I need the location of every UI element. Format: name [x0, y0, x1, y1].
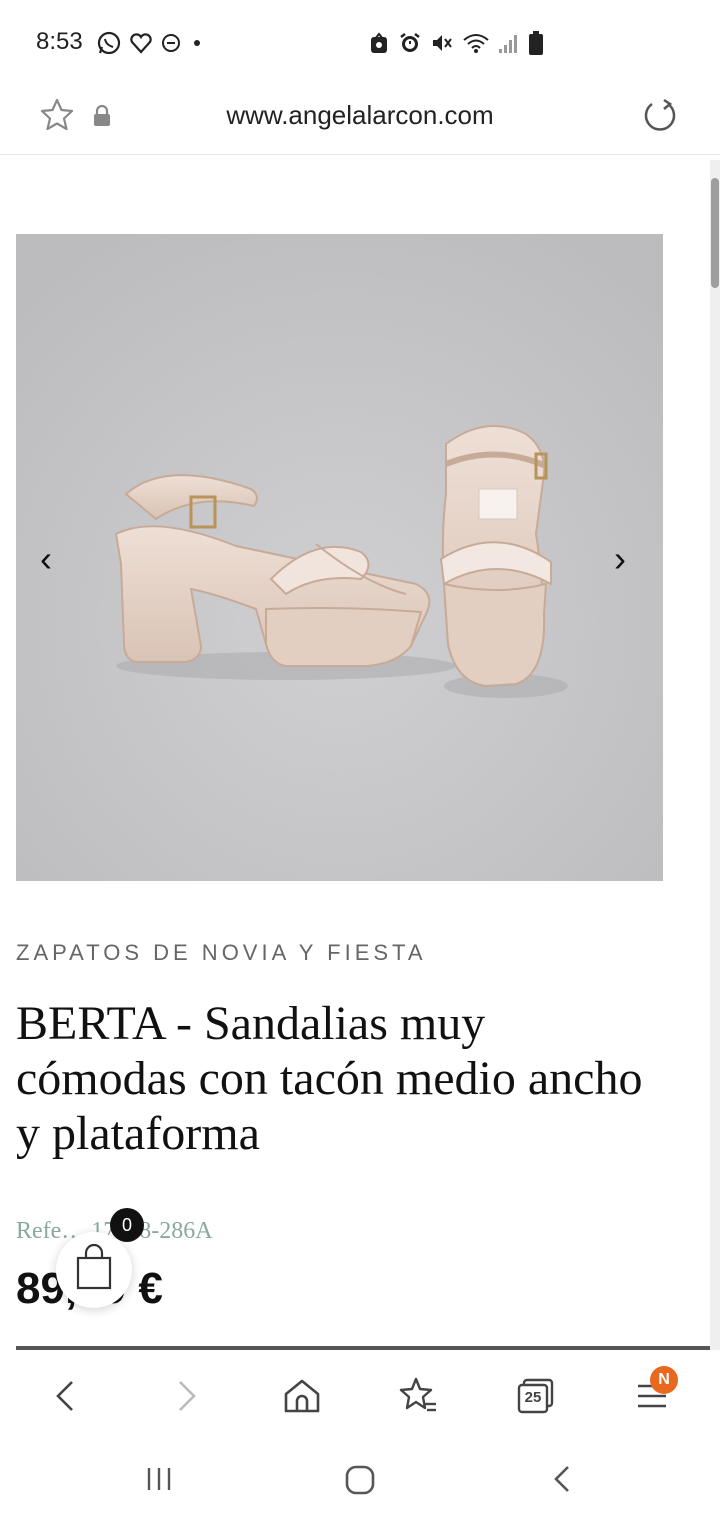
floating-cart-button[interactable] [56, 1232, 132, 1308]
system-nav-bar [0, 1438, 720, 1520]
back-icon[interactable] [44, 1374, 88, 1418]
status-left-icons [96, 30, 206, 56]
heart-icon [130, 33, 152, 54]
status-time: 8:53 [36, 28, 83, 55]
next-image-arrow[interactable]: › [614, 538, 626, 580]
menu-new-badge: N [650, 1366, 678, 1394]
mute-icon [433, 35, 452, 51]
page-divider [16, 1346, 710, 1350]
battery-icon [529, 31, 543, 55]
cart-count-badge: 0 [110, 1208, 144, 1242]
home-icon[interactable] [280, 1374, 324, 1418]
url-text[interactable]: www.angelalarcon.com [0, 100, 720, 131]
minus-circle-icon [162, 34, 180, 52]
product-title: BERTA - Sandalias muy cómodas con tacón … [16, 997, 643, 1160]
dot-icon [194, 40, 200, 46]
status-right-icons [368, 30, 544, 56]
shopping-bag-icon [76, 1243, 112, 1290]
product-image[interactable] [16, 234, 663, 881]
product-category[interactable]: ZAPATOS DE NOVIA Y FIESTA [16, 940, 427, 966]
prev-image-arrow[interactable]: ‹ [40, 538, 52, 580]
browser-toolbar: 25 [0, 1352, 720, 1438]
whatsapp-icon [97, 31, 121, 55]
status-bar: 8:53 [0, 0, 720, 88]
wifi-icon [463, 34, 489, 53]
alarm-icon [400, 33, 420, 52]
signal-icon [499, 35, 517, 53]
tabs-count: 25 [524, 1389, 542, 1406]
scrollbar-track[interactable] [710, 160, 720, 1350]
recent-apps-icon[interactable] [142, 1462, 176, 1496]
sandals-illustration [16, 234, 663, 881]
sync-icon [371, 32, 387, 53]
bookmarks-icon[interactable] [396, 1374, 440, 1418]
reload-icon[interactable] [640, 96, 680, 136]
tabs-button[interactable]: 25 [514, 1374, 558, 1418]
forward-icon[interactable] [164, 1374, 208, 1418]
back-nav-icon[interactable] [546, 1462, 580, 1496]
home-nav-icon[interactable] [342, 1462, 378, 1498]
url-bar: www.angelalarcon.com [0, 88, 720, 155]
scrollbar-thumb[interactable] [711, 178, 719, 288]
